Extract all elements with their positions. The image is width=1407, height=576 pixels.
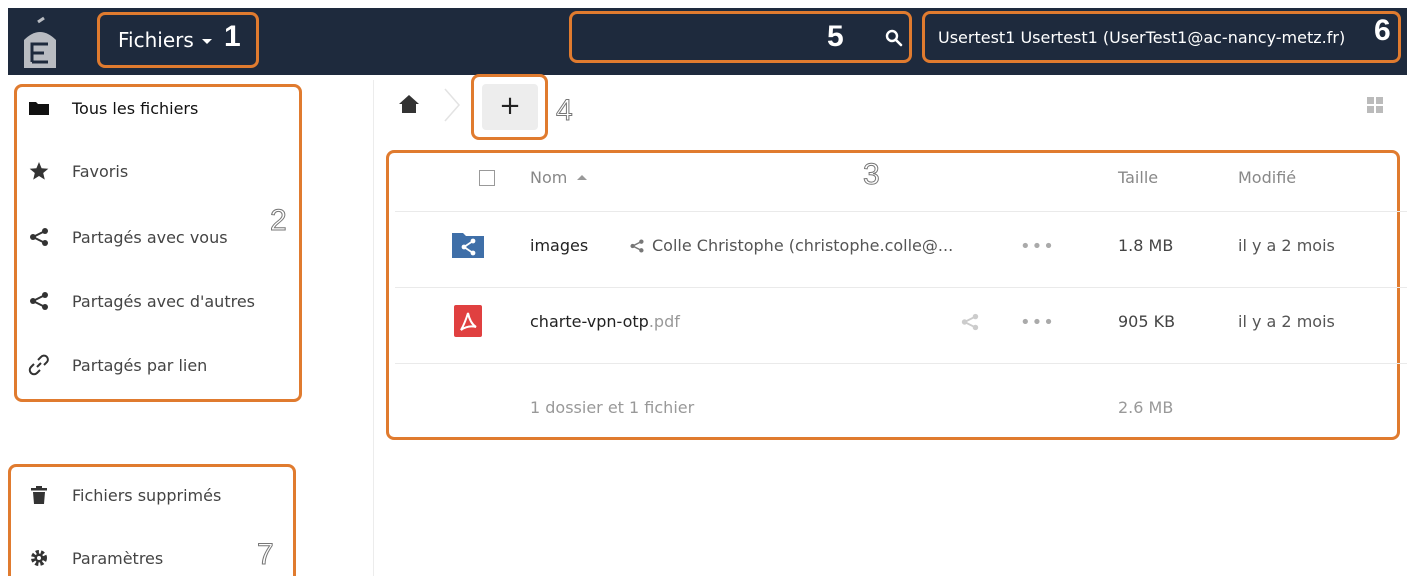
grid-view-icon[interactable]: [1367, 97, 1383, 113]
logo-icon[interactable]: [18, 14, 62, 70]
sidebar-item-shared-with-you[interactable]: Partagés avec vous: [28, 222, 228, 252]
table-row[interactable]: images Colle Christophe (christophe.coll…: [395, 212, 1407, 288]
sort-ascending-icon: [577, 175, 588, 180]
table-summary: 1 dossier et 1 fichier 2.6 MB: [395, 364, 1407, 436]
share-icon[interactable]: [960, 312, 980, 332]
share-status[interactable]: Colle Christophe (christophe.colle@...: [628, 236, 953, 255]
summary-count: 1 dossier et 1 fichier: [530, 398, 695, 417]
sidebar-item-shared-by-link[interactable]: Partagés par lien: [28, 350, 207, 380]
column-header-size[interactable]: Taille: [1118, 168, 1158, 187]
select-all-checkbox[interactable]: [479, 170, 495, 186]
star-icon: [29, 162, 49, 180]
file-name[interactable]: charte-vpn-otp.pdf: [530, 312, 680, 331]
file-size: 1.8 MB: [1118, 236, 1174, 255]
shared-folder-icon: [452, 233, 484, 258]
home-icon[interactable]: [398, 94, 420, 114]
annotation-number-5: 5: [827, 20, 844, 53]
more-actions-button[interactable]: •••: [1020, 312, 1055, 333]
sidebar: Tous les fichiers Favoris Partagés avec …: [0, 80, 374, 576]
file-extension: .pdf: [648, 312, 680, 331]
folder-icon: [29, 102, 49, 115]
sidebar-item-label: Paramètres: [72, 548, 164, 568]
sidebar-item-label: Fichiers supprimés: [72, 485, 222, 505]
share-icon: [30, 228, 48, 246]
shared-with-label: Colle Christophe (christophe.colle@...: [652, 236, 954, 255]
breadcrumb-separator-icon: [444, 88, 460, 122]
sidebar-item-label: Favoris: [72, 161, 129, 181]
file-name[interactable]: images: [530, 236, 588, 255]
file-basename: charte-vpn-otp: [530, 312, 649, 331]
share-icon: [630, 238, 644, 253]
trash-icon: [31, 486, 47, 504]
sidebar-item-settings[interactable]: Paramètres: [28, 543, 163, 573]
file-modified: il y a 2 mois: [1238, 312, 1335, 331]
sidebar-item-label: Partagés par lien: [72, 355, 208, 375]
share-icon: [30, 292, 48, 310]
annotation-box-6: [922, 11, 1401, 63]
annotation-box-5: [569, 11, 912, 63]
column-header-modified[interactable]: Modifié: [1238, 168, 1296, 187]
sidebar-item-label: Partagés avec d'autres: [72, 291, 255, 311]
column-header-name[interactable]: Nom: [530, 168, 588, 187]
table-row[interactable]: charte-vpn-otp.pdf ••• 905 KB il y a 2 m…: [395, 288, 1407, 364]
annotation-number-4: 4: [556, 94, 574, 128]
annotation-number-6: 6: [1374, 14, 1391, 47]
column-name-label: Nom: [530, 168, 568, 187]
sidebar-item-label: Partagés avec vous: [72, 227, 228, 247]
file-modified: il y a 2 mois: [1238, 236, 1335, 255]
link-icon: [28, 354, 49, 376]
sidebar-item-shared-with-others[interactable]: Partagés avec d'autres: [28, 286, 255, 316]
new-button[interactable]: +: [482, 84, 538, 130]
table-header: Nom Taille Modifié: [395, 150, 1407, 212]
summary-total-size: 2.6 MB: [1118, 398, 1174, 417]
more-actions-button[interactable]: •••: [1020, 236, 1055, 257]
sidebar-item-label: Tous les fichiers: [72, 98, 199, 118]
sidebar-item-favorites[interactable]: Favoris: [28, 156, 128, 186]
annotation-number-1: 1: [224, 20, 241, 53]
gear-icon: [31, 550, 47, 566]
sidebar-item-all-files[interactable]: Tous les fichiers: [28, 93, 198, 123]
file-size: 905 KB: [1118, 312, 1176, 331]
pdf-icon: [454, 305, 482, 337]
sidebar-item-deleted-files[interactable]: Fichiers supprimés: [28, 480, 221, 510]
